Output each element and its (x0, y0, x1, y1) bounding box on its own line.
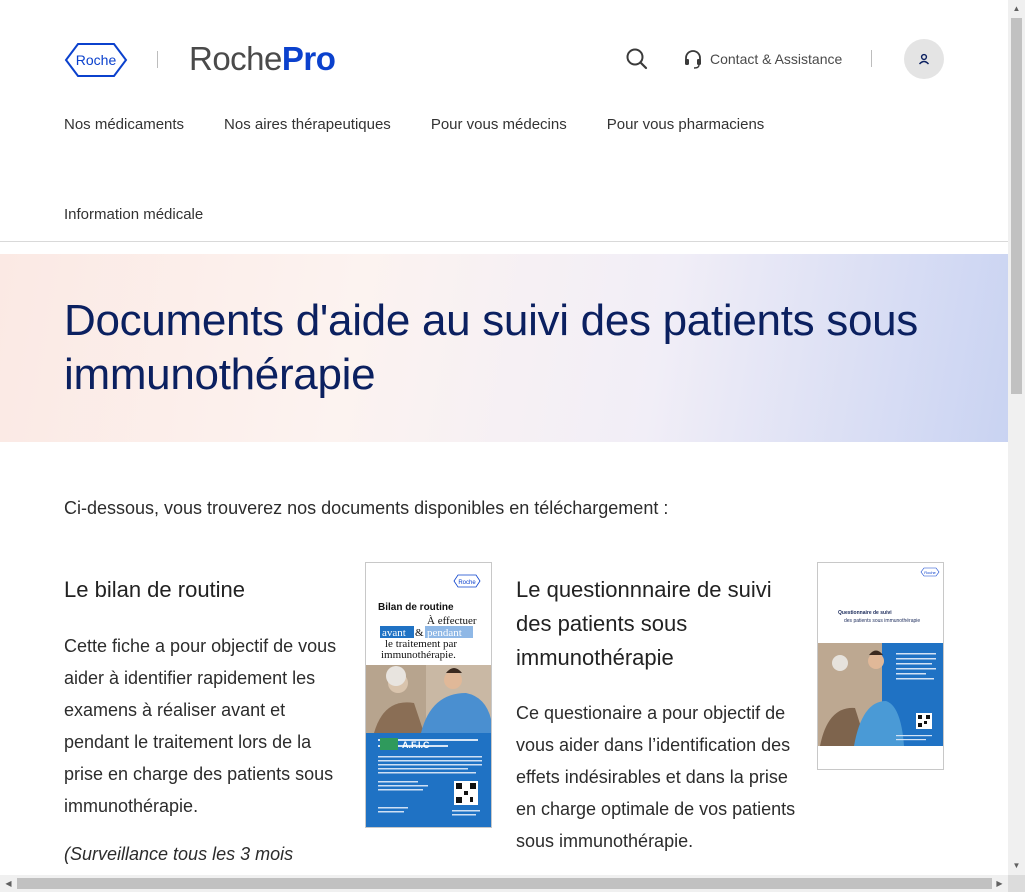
vertical-scroll-thumb[interactable] (1011, 18, 1022, 394)
doc-title-bilan: Le bilan de routine (64, 577, 246, 602)
brand-suffix: Pro (281, 40, 336, 77)
account-button[interactable] (904, 39, 944, 79)
contact-assistance-link[interactable]: Contact & Assistance (684, 48, 842, 70)
nav-item-aires-therapeutiques[interactable]: Nos aires thérapeutiques (224, 116, 391, 133)
brand-prefix: Roche (189, 40, 282, 77)
headset-icon (685, 50, 701, 69)
scroll-down-arrow-icon[interactable]: ▼ (1012, 861, 1021, 870)
scroll-up-arrow-icon[interactable]: ▲ (1012, 4, 1021, 13)
nav-item-medecins[interactable]: Pour vous médecins (431, 116, 567, 133)
site-header: Roche RochePro Contact & Assistance Nos … (0, 0, 1008, 242)
bilan-thumb-title: Bilan de routine (378, 602, 454, 613)
doc-description-bilan: Cette fiche a pour objectif de vous aide… (64, 636, 337, 816)
questionnaire-document-thumbnail[interactable]: Roche Questionnaire de suivi des patient… (817, 562, 944, 770)
nav-item-medicaments[interactable]: Nos médicaments (64, 116, 184, 133)
search-icon (626, 48, 648, 70)
bilan-thumb-line3: immunothérapie. (381, 649, 456, 661)
bilan-thumb-logo: Roche (458, 580, 476, 586)
doc-title-questionnaire: Le questionnnaire de suivi des patients … (516, 577, 772, 670)
nav-item-pharmaciens[interactable]: Pour vous pharmaciens (607, 116, 765, 133)
questionnaire-thumbnail-graphic: Roche Questionnaire de suivi des patient… (818, 563, 943, 769)
scrollbar-corner (1008, 875, 1025, 892)
contact-label: Contact & Assistance (710, 51, 843, 67)
utility-separator (871, 50, 872, 67)
page-viewport: Roche RochePro Contact & Assistance Nos … (0, 0, 1008, 875)
main-navigation: Nos médicaments Nos aires thérapeutiques… (64, 116, 764, 133)
scroll-left-arrow-icon[interactable]: ◀ (4, 879, 13, 888)
intro-text: Ci-dessous, vous trouverez nos documents… (64, 498, 669, 518)
roche-logo-text: Roche (76, 52, 117, 68)
questionnaire-thumb-logo: Roche (924, 570, 936, 575)
questionnaire-thumb-subtitle: des patients sous immunothérapie (844, 618, 920, 624)
page-title: Documents d'aide au suivi des patients s… (64, 296, 918, 399)
brand-separator (157, 51, 158, 68)
bilan-thumbnail-graphic: Roche Bilan de routine À effectuer avant… (366, 563, 491, 827)
horizontal-scrollbar[interactable]: ◀ ▶ (0, 875, 1008, 892)
bilan-thumb-partner: A.F.I.C (402, 740, 430, 750)
doc-description-questionnaire: Ce questionaire a pour objectif de vous … (516, 703, 796, 851)
questionnaire-thumb-title: Questionnaire de suivi (838, 610, 892, 616)
search-button[interactable] (624, 46, 650, 72)
nav-item-information-medicale[interactable]: Information médicale (64, 206, 203, 223)
bilan-thumb-line1: À effectuer (427, 615, 477, 627)
roche-logo[interactable]: Roche (64, 42, 128, 78)
bilan-document-thumbnail[interactable]: Roche Bilan de routine À effectuer avant… (365, 562, 492, 828)
vertical-scrollbar[interactable]: ▲ ▼ (1008, 0, 1025, 875)
scroll-right-arrow-icon[interactable]: ▶ (995, 879, 1004, 888)
doc-note-bilan: (Surveillance tous les 3 mois (64, 844, 294, 864)
rochepro-brand[interactable]: RochePro (189, 40, 336, 78)
hero-banner: Documents d'aide au suivi des patients s… (0, 254, 1008, 442)
horizontal-scroll-thumb[interactable] (17, 878, 992, 889)
user-icon (918, 53, 930, 65)
